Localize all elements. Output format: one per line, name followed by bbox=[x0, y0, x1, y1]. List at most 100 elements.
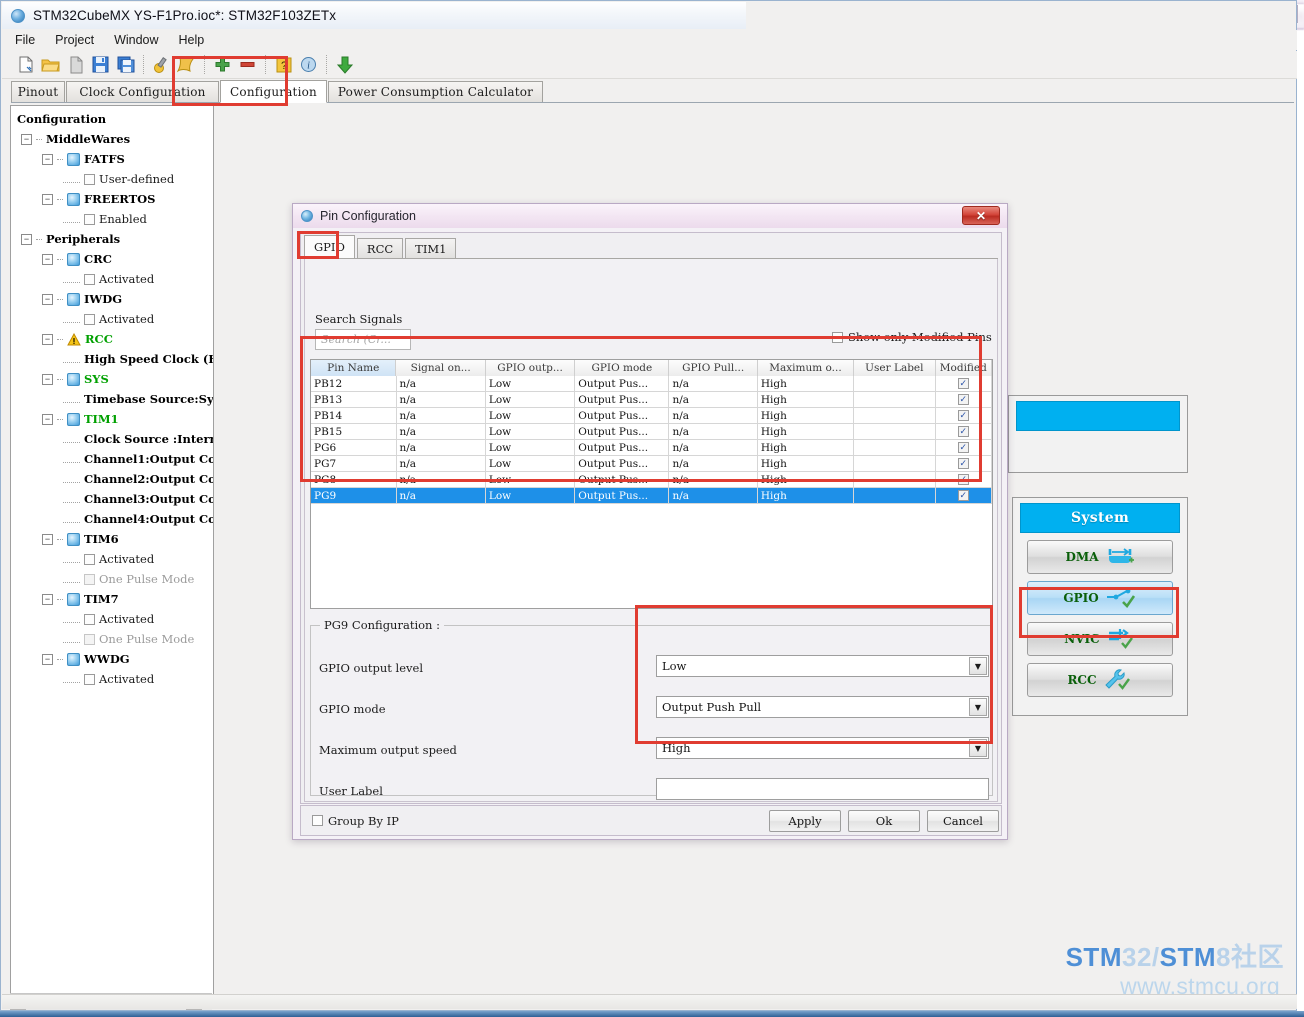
tree-expander-icon[interactable]: − bbox=[42, 593, 53, 605]
tree-expander-icon[interactable]: − bbox=[42, 653, 53, 665]
save-as-icon[interactable] bbox=[63, 53, 88, 77]
dialog-tab-rcc[interactable]: RCC bbox=[356, 238, 404, 258]
tree-item-high-speed-clock-hs[interactable]: High Speed Clock (HS bbox=[11, 349, 213, 369]
pin-cell-modified[interactable]: ✓ bbox=[936, 424, 992, 439]
tree-expander-icon[interactable]: − bbox=[21, 133, 32, 145]
ip-button-nvic[interactable]: NVIC bbox=[1027, 622, 1173, 656]
modified-checkbox[interactable]: ✓ bbox=[957, 442, 969, 453]
tree-checkbox[interactable] bbox=[84, 613, 95, 625]
tab-configuration[interactable]: Configuration bbox=[220, 80, 327, 103]
pin-cell-modified[interactable]: ✓ bbox=[936, 440, 992, 455]
table-row[interactable]: PB13 n/a Low Output Pus... n/a High ✓ bbox=[311, 392, 992, 408]
tree-checkbox[interactable] bbox=[84, 313, 95, 325]
tree-expander-icon[interactable]: − bbox=[42, 413, 53, 425]
maximum-output-speed-combo[interactable]: High ▼ bbox=[656, 737, 989, 759]
tree-expander-icon[interactable]: − bbox=[21, 233, 32, 245]
tree-item-activated[interactable]: Activated bbox=[11, 309, 213, 329]
tree-item-middlewares[interactable]: − MiddleWares bbox=[11, 129, 213, 149]
tree-item-user-defined[interactable]: User-defined bbox=[11, 169, 213, 189]
tree-expander-icon[interactable]: − bbox=[42, 193, 53, 205]
tree-item-iwdg[interactable]: − IWDG bbox=[11, 289, 213, 309]
tab-pinout[interactable]: Pinout bbox=[11, 81, 65, 102]
chevron-down-icon[interactable]: ▼ bbox=[969, 657, 987, 675]
pin-table-header-modified[interactable]: Modified bbox=[935, 360, 993, 376]
user-label-input[interactable] bbox=[656, 778, 989, 800]
pin-table-header-pin-name[interactable]: Pin Name bbox=[311, 360, 397, 376]
menu-window[interactable]: Window bbox=[111, 32, 161, 48]
table-row[interactable]: PG8 n/a Low Output Pus... n/a High ✓ bbox=[311, 472, 992, 488]
dialog-tab-tim1[interactable]: TIM1 bbox=[405, 238, 457, 258]
generate-code-icon[interactable] bbox=[149, 53, 174, 77]
modified-checkbox[interactable]: ✓ bbox=[957, 394, 969, 405]
pin-table-header-maximum-o[interactable]: Maximum o... bbox=[757, 360, 855, 376]
tree-item-tim1[interactable]: − TIM1 bbox=[11, 409, 213, 429]
pin-table[interactable]: Pin Name Signal on... GPIO outp... GPIO mod… bbox=[310, 359, 993, 609]
update-icon[interactable] bbox=[332, 53, 357, 77]
table-row[interactable]: PB12 n/a Low Output Pus... n/a High ✓ bbox=[311, 376, 992, 392]
tree-item-crc[interactable]: − CRC bbox=[11, 249, 213, 269]
modified-checkbox[interactable]: ✓ bbox=[957, 426, 969, 437]
save-all-icon[interactable] bbox=[113, 53, 138, 77]
generate-report-icon[interactable] bbox=[174, 53, 199, 77]
tree-item-channel4-output-compar[interactable]: Channel4:Output Compar bbox=[11, 509, 213, 529]
tree-checkbox[interactable] bbox=[84, 673, 95, 685]
menu-file[interactable]: File bbox=[12, 32, 38, 48]
search-input[interactable]: Search (Cr... bbox=[315, 329, 411, 350]
tree-expander-icon[interactable]: − bbox=[42, 293, 53, 305]
ip-button-gpio[interactable]: GPIO bbox=[1027, 581, 1173, 615]
menu-project[interactable]: Project bbox=[52, 32, 97, 48]
tree-item-channel3-output-compar[interactable]: Channel3:Output Compar bbox=[11, 489, 213, 509]
pin-cell-modified[interactable]: ✓ bbox=[936, 472, 992, 487]
tree-item-sys[interactable]: − SYS bbox=[11, 369, 213, 389]
pin-cell-modified[interactable]: ✓ bbox=[936, 408, 992, 423]
apply-button[interactable]: Apply bbox=[769, 809, 841, 832]
modified-checkbox[interactable]: ✓ bbox=[957, 490, 969, 501]
ip-button-dma[interactable]: DMA bbox=[1027, 540, 1173, 574]
tab-power-consumption-calculator[interactable]: Power Consumption Calculator bbox=[328, 81, 543, 102]
tree-item-activated[interactable]: Activated bbox=[11, 549, 213, 569]
dialog-tab-gpio[interactable]: GPIO bbox=[304, 235, 355, 258]
tree-item-one-pulse-mode[interactable]: One Pulse Mode bbox=[11, 629, 213, 649]
cancel-button[interactable]: Cancel bbox=[927, 809, 999, 832]
pin-cell-modified[interactable]: ✓ bbox=[936, 392, 992, 407]
table-row[interactable]: PG6 n/a Low Output Pus... n/a High ✓ bbox=[311, 440, 992, 456]
tree-expander-icon[interactable]: − bbox=[42, 253, 53, 265]
table-row[interactable]: PB15 n/a Low Output Pus... n/a High ✓ bbox=[311, 424, 992, 440]
tree-item-activated[interactable]: Activated bbox=[11, 669, 213, 689]
save-icon[interactable] bbox=[88, 53, 113, 77]
menu-help[interactable]: Help bbox=[176, 32, 208, 48]
tree-expander-icon[interactable]: − bbox=[42, 533, 53, 545]
tree-item-peripherals[interactable]: − Peripherals bbox=[11, 229, 213, 249]
tree-item-activated[interactable]: Activated bbox=[11, 609, 213, 629]
tree-item-rcc[interactable]: − RCC bbox=[11, 329, 213, 349]
chevron-down-icon[interactable]: ▼ bbox=[969, 698, 987, 716]
gpio-output-level-combo[interactable]: Low ▼ bbox=[656, 655, 989, 677]
gpio-mode-combo[interactable]: Output Push Pull ▼ bbox=[656, 696, 989, 718]
open-project-icon[interactable] bbox=[38, 53, 63, 77]
tree-checkbox[interactable] bbox=[84, 273, 95, 285]
about-icon[interactable]: i bbox=[296, 53, 321, 77]
tree-item-enabled[interactable]: Enabled bbox=[11, 209, 213, 229]
new-project-icon[interactable] bbox=[13, 53, 38, 77]
table-row[interactable]: PG7 n/a Low Output Pus... n/a High ✓ bbox=[311, 456, 992, 472]
group-by-ip-checkbox[interactable]: Group By IP bbox=[312, 814, 399, 828]
tree-item-timebase-source-systi[interactable]: Timebase Source:SysTi bbox=[11, 389, 213, 409]
pin-table-header-gpio-mode[interactable]: GPIO mode bbox=[575, 360, 670, 376]
ok-button[interactable]: Ok bbox=[848, 809, 920, 832]
pin-table-header-gpio-pull[interactable]: GPIO Pull... bbox=[669, 360, 758, 376]
tree-item-tim7[interactable]: − TIM7 bbox=[11, 589, 213, 609]
pin-cell-modified[interactable]: ✓ bbox=[936, 488, 992, 503]
tree-item-one-pulse-mode[interactable]: One Pulse Mode bbox=[11, 569, 213, 589]
pin-cell-modified[interactable]: ✓ bbox=[936, 376, 992, 391]
tree-item-tim6[interactable]: − TIM6 bbox=[11, 529, 213, 549]
modified-checkbox[interactable]: ✓ bbox=[957, 474, 969, 485]
tree-expander-icon[interactable]: − bbox=[42, 333, 53, 345]
show-only-modified-pins-checkbox[interactable]: Show only Modified Pins bbox=[832, 330, 992, 344]
tree-item-activated[interactable]: Activated bbox=[11, 269, 213, 289]
tree-expander-icon[interactable]: − bbox=[42, 153, 53, 165]
tree-expander-icon[interactable]: − bbox=[42, 373, 53, 385]
pin-table-header-signal-on[interactable]: Signal on... bbox=[396, 360, 486, 376]
help-icon[interactable]: ? bbox=[271, 53, 296, 77]
pin-table-header-user-label[interactable]: User Label bbox=[854, 360, 936, 376]
modified-checkbox[interactable]: ✓ bbox=[957, 378, 969, 389]
